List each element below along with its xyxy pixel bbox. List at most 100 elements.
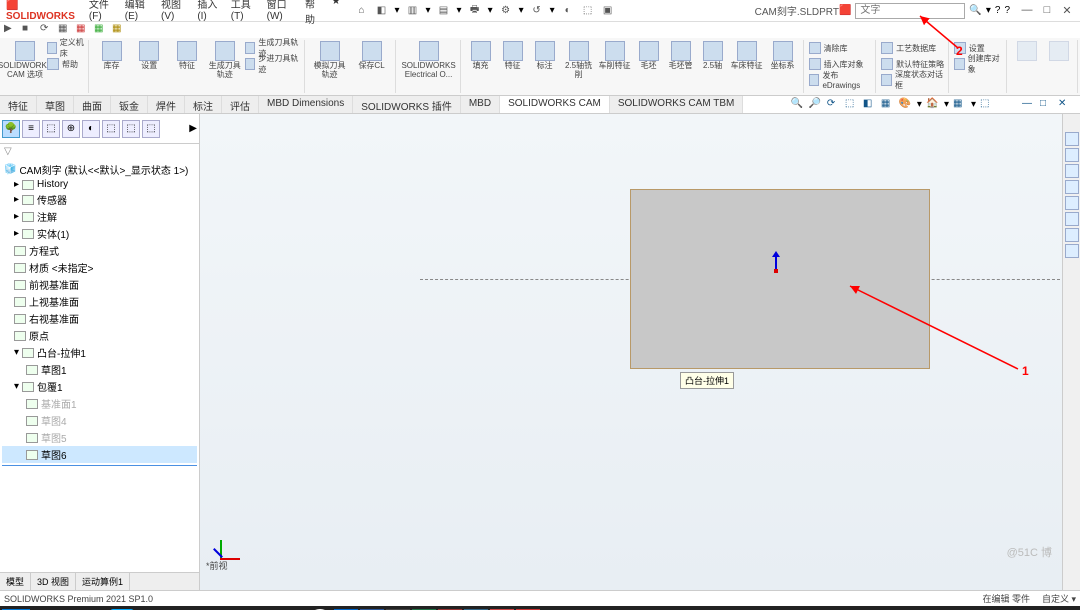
tree-history[interactable]: ▸History (2, 178, 197, 191)
taskpane-home-icon[interactable] (1065, 132, 1079, 146)
tree-sketch4[interactable]: 草图4 (2, 412, 197, 429)
tree-top-plane[interactable]: 上视基准面 (2, 293, 197, 310)
panel-collapse-icon[interactable]: ▶ (189, 123, 197, 134)
tree-right-plane[interactable]: 右视基准面 (2, 310, 197, 327)
print-icon[interactable]: 🖶 (468, 4, 482, 18)
hide-icon[interactable]: 🏠 (926, 98, 940, 112)
electrical-button[interactable]: SOLIDWORKS Electrical O... (401, 40, 457, 81)
menu-insert[interactable]: 插入(I) (193, 0, 222, 28)
qa-icon-7[interactable]: ▦ (112, 23, 126, 37)
blank-button[interactable]: 毛坯 (634, 40, 664, 72)
doc-close-icon[interactable]: ✕ (1058, 98, 1072, 112)
tree-front-plane[interactable]: 前视基准面 (2, 276, 197, 293)
help-icon[interactable]: ? (1004, 5, 1010, 16)
zoom-area-icon[interactable]: 🔎 (809, 98, 823, 112)
tree-sketch1[interactable]: 草图1 (2, 361, 197, 378)
qa-icon-4[interactable]: ▦ (58, 23, 72, 37)
section-icon[interactable]: ⬚ (845, 98, 859, 112)
depth-dlg-row[interactable]: 深度状态对话框 (881, 72, 945, 88)
tab-feature[interactable]: 特征 (0, 96, 37, 113)
tree-sketch6[interactable]: 草图6 (2, 446, 197, 463)
tab-model[interactable]: 模型 (0, 573, 31, 590)
config-tab[interactable]: ⬚ (42, 120, 60, 138)
coord-button[interactable]: 坐标系 (766, 40, 800, 72)
graphics-viewport[interactable]: 凸台-拉伸1 *前视 1 @51C 博 (200, 114, 1062, 590)
dimx-tab[interactable]: ⊕ (62, 120, 80, 138)
menu-tools[interactable]: 工具(T) (227, 0, 259, 28)
refresh-icon[interactable]: ⟳ (40, 23, 54, 37)
tab-sketch[interactable]: 草图 (37, 96, 74, 113)
qa-icon-5[interactable]: ▦ (76, 23, 90, 37)
tab-swcam[interactable]: SOLIDWORKS CAM (500, 96, 610, 113)
help-button[interactable]: 帮助 (47, 56, 85, 72)
property-tab[interactable]: ≡ (22, 120, 40, 138)
tree-equations[interactable]: 方程式 (2, 242, 197, 259)
open-icon[interactable]: ▥ (406, 4, 420, 18)
stock-button[interactable]: 库存 (94, 40, 130, 72)
turn-button[interactable]: 车削特征 (598, 40, 632, 72)
tab-dimension[interactable]: 标注 (185, 96, 222, 113)
menu-view[interactable]: 视图(V) (157, 0, 189, 28)
play-icon[interactable]: ▶ (4, 23, 18, 37)
view-settings-icon[interactable]: ⬚ (980, 98, 994, 112)
maximize-button[interactable]: □ (1040, 4, 1054, 17)
tree-sketch5[interactable]: 草图5 (2, 429, 197, 446)
doc-min-icon[interactable]: — (1022, 98, 1036, 112)
qa-icon-6[interactable]: ▦ (94, 23, 108, 37)
taskpane-view-icon[interactable] (1065, 196, 1079, 210)
mill25-button[interactable]: 2.5轴铣削 (562, 40, 596, 81)
save-cl-button[interactable]: 保存CL (352, 40, 392, 72)
search-icon[interactable]: 🔍 (969, 5, 981, 16)
simulate-button[interactable]: 模拟刀具轨迹 (310, 40, 350, 81)
tree-sensors[interactable]: ▸传感器 (2, 191, 197, 208)
taskpane-props-icon[interactable] (1065, 228, 1079, 242)
new-icon[interactable]: ◧ (374, 4, 388, 18)
taskpane-resources-icon[interactable] (1065, 148, 1079, 162)
tab-addins[interactable]: SOLIDWORKS 插件 (353, 96, 461, 113)
tree-wrap1[interactable]: ▾包覆1 (2, 378, 197, 395)
lathe-button[interactable]: 车床特征 (730, 40, 764, 72)
taskpane-forum-icon[interactable] (1065, 244, 1079, 258)
tree-root[interactable]: 🧊CAM刻字 (默认<<默认>_显示状态 1>) (2, 161, 197, 178)
clear-lib-row[interactable]: 清除库 (809, 40, 873, 56)
feature-button[interactable]: 特征 (169, 40, 205, 72)
scene-icon[interactable]: 🎨 (899, 98, 913, 112)
cam-tree-tab[interactable]: ⬚ (102, 120, 120, 138)
select-icon[interactable]: ◐ (561, 4, 575, 18)
techdb-row[interactable]: 工艺数据库 (881, 40, 945, 56)
orient-icon[interactable]: ◧ (863, 98, 877, 112)
tab-motion[interactable]: 运动算例1 (76, 573, 130, 590)
step-toolpath-row[interactable]: 步进刀具轨迹 (245, 56, 301, 72)
create-lib-row[interactable]: 创建库对象 (954, 56, 1003, 72)
dim-button[interactable]: 标注 (530, 40, 560, 72)
tree-extrude1[interactable]: ▾凸台-拉伸1 (2, 344, 197, 361)
fill-button[interactable]: 填充 (466, 40, 496, 72)
menu-window[interactable]: 窗口(W) (263, 0, 297, 28)
axis25-button[interactable]: 2.5轴 (698, 40, 728, 72)
define-machine-button[interactable]: 定义机床 (47, 40, 85, 56)
feat-button[interactable]: 特征 (498, 40, 528, 72)
zoom-fit-icon[interactable]: 🔍 (791, 98, 805, 112)
minimize-button[interactable]: — (1020, 4, 1034, 17)
tab-weldment[interactable]: 焊件 (148, 96, 185, 113)
home-icon[interactable]: ⌂ (354, 4, 368, 18)
feature-tree[interactable]: 🧊CAM刻字 (默认<<默认>_显示状态 1>) ▸History ▸传感器 ▸… (0, 159, 199, 572)
search-input[interactable] (855, 3, 965, 19)
tube-button[interactable]: 毛坯管 (666, 40, 696, 72)
edrawings-row[interactable]: 发布 eDrawings (809, 72, 873, 88)
close-button[interactable]: ✕ (1060, 4, 1074, 17)
menu-star-icon[interactable]: ★ (328, 0, 345, 28)
doc-max-icon[interactable]: □ (1040, 98, 1054, 112)
feature-tree-tab[interactable]: 🌳 (2, 120, 20, 138)
tool-icon[interactable]: ▣ (601, 4, 615, 18)
tree-solids[interactable]: ▸实体(1) (2, 225, 197, 242)
tree-plane1[interactable]: 基准面1 (2, 395, 197, 412)
cam-tools-tab[interactable]: ⬚ (142, 120, 160, 138)
options-icon[interactable]: ⚙ (499, 4, 513, 18)
menu-help[interactable]: 帮助 (301, 0, 324, 28)
prev-view-icon[interactable]: ⟳ (827, 98, 841, 112)
toolpath-gen-button[interactable]: 生成刀具轨迹 (207, 40, 243, 81)
tree-origin[interactable]: 原点 (2, 327, 197, 344)
tree-annotations[interactable]: ▸注解 (2, 208, 197, 225)
extra-button-1[interactable] (1012, 40, 1042, 63)
